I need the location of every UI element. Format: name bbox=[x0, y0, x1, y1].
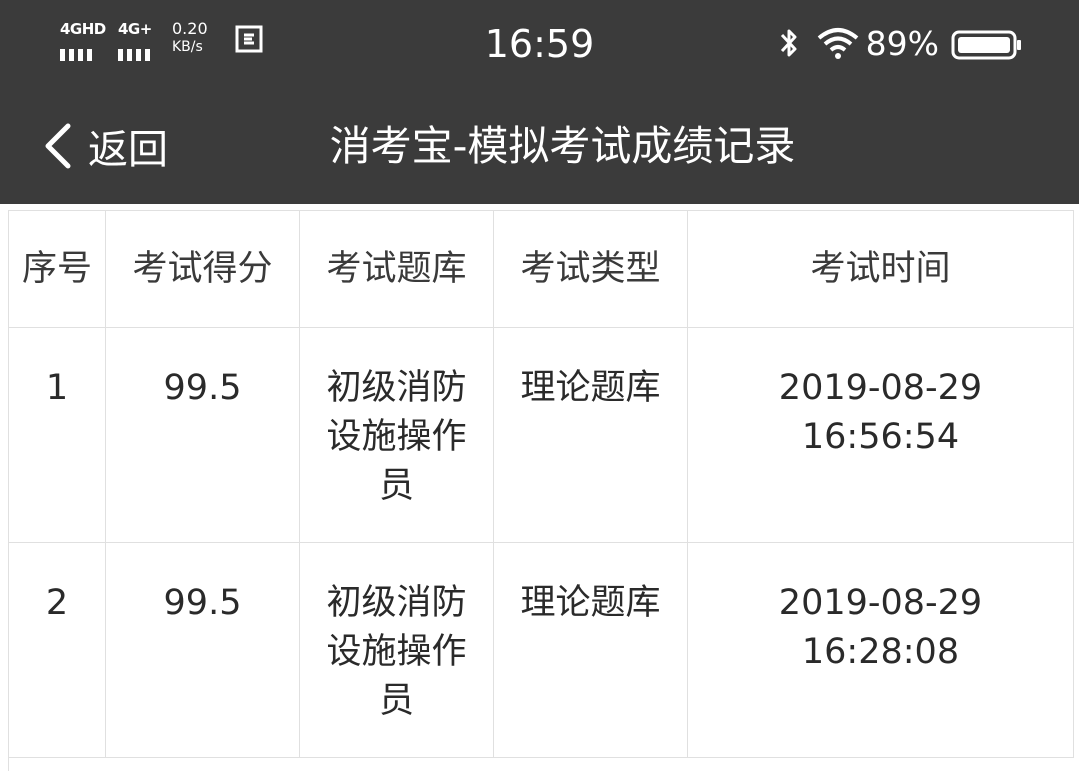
cell-bank: 初级消防 设施操作 员 bbox=[300, 543, 494, 757]
cell-time: 2019-08-29 16:56:54 bbox=[688, 328, 1074, 542]
header-time: 考试时间 bbox=[688, 211, 1074, 327]
cell-time: 2019-08-29 16:28:08 bbox=[688, 543, 1074, 757]
cell-bank-line: 初级消防 bbox=[326, 368, 467, 408]
cell-type: 理论题库 bbox=[494, 328, 688, 542]
table-row[interactable]: 2 99.5 初级消防 设施操作 员 理论题库 2019-08-29 16:28… bbox=[9, 543, 1074, 758]
header-index: 序号 bbox=[9, 211, 106, 327]
cell-date: 2019-08-29 bbox=[778, 583, 983, 623]
bluetooth-icon bbox=[780, 29, 797, 57]
cell-bank-line: 设施操作 bbox=[326, 417, 467, 457]
cell-bank-line: 初级消防 bbox=[326, 583, 467, 623]
wifi-icon bbox=[817, 28, 859, 59]
cell-clock: 16:56:54 bbox=[801, 417, 960, 457]
cell-clock: 16:28:08 bbox=[801, 632, 960, 672]
cell-index: 1 bbox=[9, 328, 106, 542]
table-row[interactable]: 1 99.5 初级消防 设施操作 员 理论题库 2019-08-29 16:56… bbox=[9, 328, 1074, 543]
cell-bank-line: 员 bbox=[378, 681, 414, 721]
cell-bank-line: 设施操作 bbox=[326, 632, 467, 672]
cell-score: 99.5 bbox=[106, 543, 300, 757]
cell-date: 2019-08-29 bbox=[778, 368, 983, 408]
score-record-table: 序号 考试得分 考试题库 考试类型 考试时间 1 99.5 初级消防 设施操作 … bbox=[8, 210, 1074, 771]
header-type: 考试类型 bbox=[494, 211, 688, 327]
top-bar: 4GHD 4G+ 0.20 KB/s 16:59 89% 返回 消考宝-模拟考试… bbox=[0, 0, 1079, 204]
cell-bank: 初级消防 设施操作 员 bbox=[300, 328, 494, 542]
page-title: 消考宝-模拟考试成绩记录 bbox=[329, 122, 796, 170]
battery-icon bbox=[951, 30, 1021, 60]
cell-type: 理论题库 bbox=[494, 543, 688, 757]
cell-score: 99.5 bbox=[106, 328, 300, 542]
header-score: 考试得分 bbox=[106, 211, 300, 327]
battery-percentage: 89% bbox=[865, 24, 939, 63]
header-bank: 考试题库 bbox=[300, 211, 494, 327]
table-header-row: 序号 考试得分 考试题库 考试类型 考试时间 bbox=[9, 211, 1074, 328]
cell-index: 2 bbox=[9, 543, 106, 757]
cell-bank-line: 员 bbox=[378, 466, 414, 506]
